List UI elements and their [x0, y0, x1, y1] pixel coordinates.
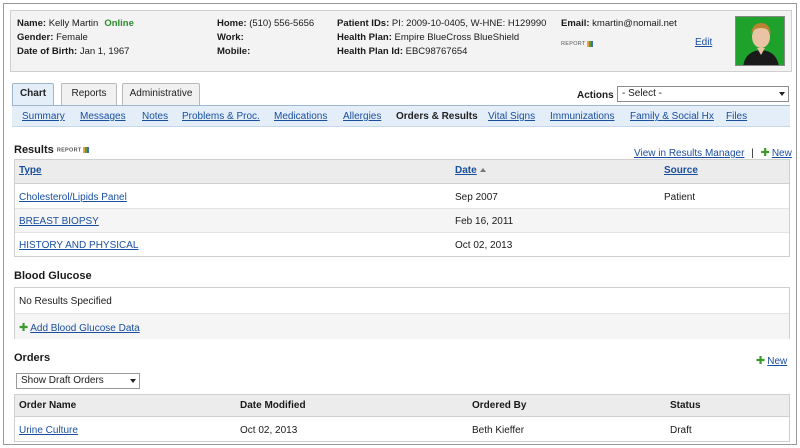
view-results-manager-link[interactable]: View in Results Manager — [634, 148, 744, 159]
patient-ids: PI: 2009-10-0405, W-HNE: H129990 — [391, 18, 547, 29]
home-label: Home: — [217, 18, 247, 29]
name-label: Name: — [17, 18, 47, 29]
order-name-link[interactable]: Urine Culture — [19, 425, 78, 436]
gender-label: Gender: — [17, 32, 54, 43]
blood-glucose-panel: No Results Specified ✚ Add Blood Glucose … — [14, 287, 790, 339]
result-type-link[interactable]: BREAST BIOPSY — [19, 216, 99, 227]
patient-demographics: Name: Kelly Martin Online Gender: Female … — [17, 17, 134, 59]
subnav-files[interactable]: Files — [726, 111, 747, 122]
home-phone: (510) 556-5656 — [249, 18, 315, 29]
subnav-allergies[interactable]: Allergies — [343, 111, 381, 122]
col-date-modified: Date Modified — [240, 400, 306, 411]
add-icon[interactable]: ✚ — [761, 146, 770, 159]
table-row: Cholesterol/Lipids Panel Sep 2007 Patien… — [15, 185, 789, 209]
subnav-family-social[interactable]: Family & Social Hx — [630, 111, 714, 122]
orders-title: Orders — [14, 352, 51, 364]
patient-name: Kelly Martin — [48, 18, 99, 29]
draft-orders-select[interactable]: Show Draft Orders — [16, 373, 140, 389]
results-header-row: Type Date Source — [15, 160, 789, 184]
subnav-medications[interactable]: Medications — [274, 111, 327, 122]
edit-link[interactable]: Edit — [695, 37, 712, 48]
subnav-vital-signs[interactable]: Vital Signs — [488, 111, 535, 122]
avatar — [735, 16, 785, 66]
table-row: Urine Culture Oct 02, 2013 Beth Kieffer … — [15, 418, 789, 442]
results-actions-separator: | — [751, 148, 754, 159]
orders-header-row: Order Name Date Modified Ordered By Stat… — [15, 395, 789, 417]
subnav-messages[interactable]: Messages — [80, 111, 126, 122]
tab-chart[interactable]: Chart — [12, 83, 54, 106]
subnav-summary[interactable]: Summary — [22, 111, 65, 122]
result-source: Patient — [664, 192, 696, 203]
no-results-text: No Results Specified — [19, 296, 112, 307]
health-plan: Empire BlueCross BlueShield — [394, 32, 520, 43]
order-ordered-by: Beth Kieffer — [472, 425, 525, 436]
glucose-empty-row: No Results Specified — [15, 288, 789, 314]
glucose-add-row: ✚ Add Blood Glucose Data — [15, 314, 789, 339]
tab-reports[interactable]: Reports — [61, 83, 117, 105]
patient-photo-icon — [736, 17, 784, 65]
result-type-link[interactable]: Cholesterol/Lipids Panel — [19, 192, 127, 203]
order-status: Draft — [670, 425, 692, 436]
col-type[interactable]: Type — [19, 165, 42, 176]
order-date-modified: Oct 02, 2013 — [240, 425, 298, 436]
col-order-name: Order Name — [19, 400, 77, 411]
chevron-down-icon — [130, 379, 136, 383]
add-icon[interactable]: ✚ — [19, 321, 28, 334]
new-order-link[interactable]: New — [767, 356, 787, 367]
online-status: Online — [104, 18, 134, 29]
col-source[interactable]: Source — [664, 165, 698, 176]
results-report-icon[interactable]: REPORT — [57, 146, 89, 153]
mobile-label: Mobile: — [217, 46, 251, 57]
orders-actions: ✚ New — [756, 354, 787, 367]
actions-select[interactable]: - Select - — [617, 86, 789, 102]
patient-insurance: Patient IDs: PI: 2009-10-0405, W-HNE: H1… — [337, 17, 546, 59]
dob-label: Date of Birth: — [17, 46, 78, 57]
results-table: Type Date Source Cholesterol/Lipids Pane… — [14, 159, 790, 257]
result-type-link[interactable]: HISTORY AND PHYSICAL — [19, 240, 139, 251]
new-result-link[interactable]: New — [772, 148, 792, 159]
patient-contact: Email: kmartin@nomail.net REPORT — [561, 17, 677, 51]
email-label: Email: — [561, 18, 590, 29]
actions-selected-value: - Select - — [622, 88, 663, 99]
col-status: Status — [670, 400, 701, 411]
plan-id-label: Health Plan Id: — [337, 46, 403, 57]
add-icon[interactable]: ✚ — [756, 354, 765, 367]
col-date[interactable]: Date — [455, 165, 486, 176]
add-glucose-action[interactable]: ✚ Add Blood Glucose Data — [19, 321, 140, 334]
result-date: Sep 2007 — [455, 192, 498, 203]
add-blood-glucose-link[interactable]: Add Blood Glucose Data — [30, 323, 140, 334]
draft-orders-value: Show Draft Orders — [21, 375, 104, 386]
health-plan-id: EBC98767654 — [405, 46, 468, 57]
app-frame: Name: Kelly Martin Online Gender: Female … — [3, 3, 797, 445]
result-date: Oct 02, 2013 — [455, 240, 513, 251]
table-row: BREAST BIOPSY Feb 16, 2011 — [15, 209, 789, 233]
chevron-down-icon — [779, 92, 785, 96]
report-icon[interactable]: REPORT — [561, 37, 593, 51]
results-title: Results REPORT — [14, 144, 89, 156]
patient-email: kmartin@nomail.net — [592, 18, 677, 29]
tab-administrative[interactable]: Administrative — [122, 83, 200, 105]
blood-glucose-title: Blood Glucose — [14, 270, 92, 282]
subnav-immunizations[interactable]: Immunizations — [550, 111, 614, 122]
patient-dob: Jan 1, 1967 — [79, 46, 130, 57]
actions-label: Actions — [577, 90, 614, 101]
patient-phones: Home: (510) 556-5656 Work: Mobile: — [217, 17, 314, 59]
results-actions: View in Results Manager | ✚ New — [634, 146, 792, 159]
table-row: HISTORY AND PHYSICAL Oct 02, 2013 — [15, 233, 789, 257]
subnav-notes[interactable]: Notes — [142, 111, 168, 122]
ids-label: Patient IDs: — [337, 18, 390, 29]
sort-ascending-icon — [479, 168, 486, 173]
patient-gender: Female — [56, 32, 88, 43]
subnav-problems[interactable]: Problems & Proc. — [182, 111, 260, 122]
work-label: Work: — [217, 32, 244, 43]
chart-subnav: Summary Messages Notes Problems & Proc. … — [12, 105, 790, 127]
plan-label: Health Plan: — [337, 32, 392, 43]
subnav-orders-results[interactable]: Orders & Results — [396, 111, 478, 122]
patient-header: Name: Kelly Martin Online Gender: Female … — [10, 10, 792, 72]
result-date: Feb 16, 2011 — [455, 216, 514, 227]
orders-table: Order Name Date Modified Ordered By Stat… — [14, 394, 790, 442]
col-ordered-by: Ordered By — [472, 400, 527, 411]
